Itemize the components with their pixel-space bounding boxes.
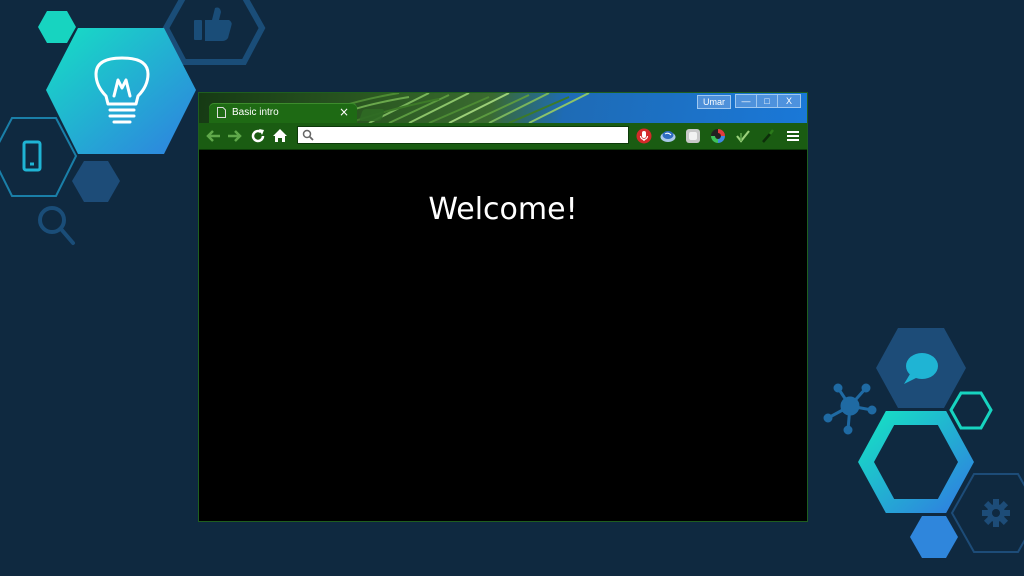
color-picker-icon[interactable] — [710, 128, 726, 144]
page-content: Welcome! — [199, 150, 807, 521]
magnifier-icon — [38, 206, 75, 245]
maximize-button[interactable]: □ — [756, 94, 778, 108]
back-arrow-icon[interactable] — [205, 127, 223, 145]
network-icon — [823, 383, 877, 435]
minimize-button[interactable]: — — [735, 94, 757, 108]
new-tab-button[interactable] — [359, 109, 385, 121]
home-icon[interactable] — [271, 127, 289, 145]
close-window-button[interactable]: X — [777, 94, 801, 108]
smartphone-icon — [22, 140, 42, 172]
square-extension-icon[interactable] — [685, 128, 701, 144]
smartphone-hexagon — [0, 117, 78, 197]
dark-blue-hexagon — [72, 161, 120, 202]
thumbs-up-icon — [194, 7, 232, 41]
page-heading: Welcome! — [428, 192, 578, 227]
check-extension-icon[interactable] — [735, 128, 751, 144]
forward-arrow-icon[interactable] — [225, 127, 243, 145]
title-bar[interactable]: Basic intro × Umar — □ X — [199, 93, 807, 123]
address-input[interactable] — [318, 128, 622, 144]
search-icon — [302, 129, 314, 141]
gear-icon — [982, 499, 1010, 527]
tab-close-icon[interactable]: × — [339, 105, 349, 119]
address-bar[interactable] — [297, 126, 629, 144]
page-favicon-icon — [217, 107, 226, 118]
profile-button[interactable]: Umar — [697, 95, 731, 109]
small-outline-hexagon — [949, 391, 993, 430]
tab-label: Basic intro — [232, 107, 279, 118]
reload-icon[interactable] — [249, 127, 267, 145]
small-teal-hexagon — [38, 11, 76, 43]
large-teal-hexagon — [858, 411, 974, 513]
browser-window: Basic intro × Umar — □ X Welcome! — [198, 92, 808, 522]
tab-basic-intro[interactable]: Basic intro × — [209, 103, 357, 123]
menu-icon[interactable] — [785, 128, 801, 144]
voice-search-icon[interactable] — [636, 128, 652, 144]
globe-icon[interactable] — [660, 128, 676, 144]
blue-hexagon — [910, 516, 958, 558]
browser-toolbar — [199, 123, 807, 150]
lightbulb-hexagon — [46, 28, 196, 154]
eyedropper-icon[interactable] — [760, 128, 776, 144]
